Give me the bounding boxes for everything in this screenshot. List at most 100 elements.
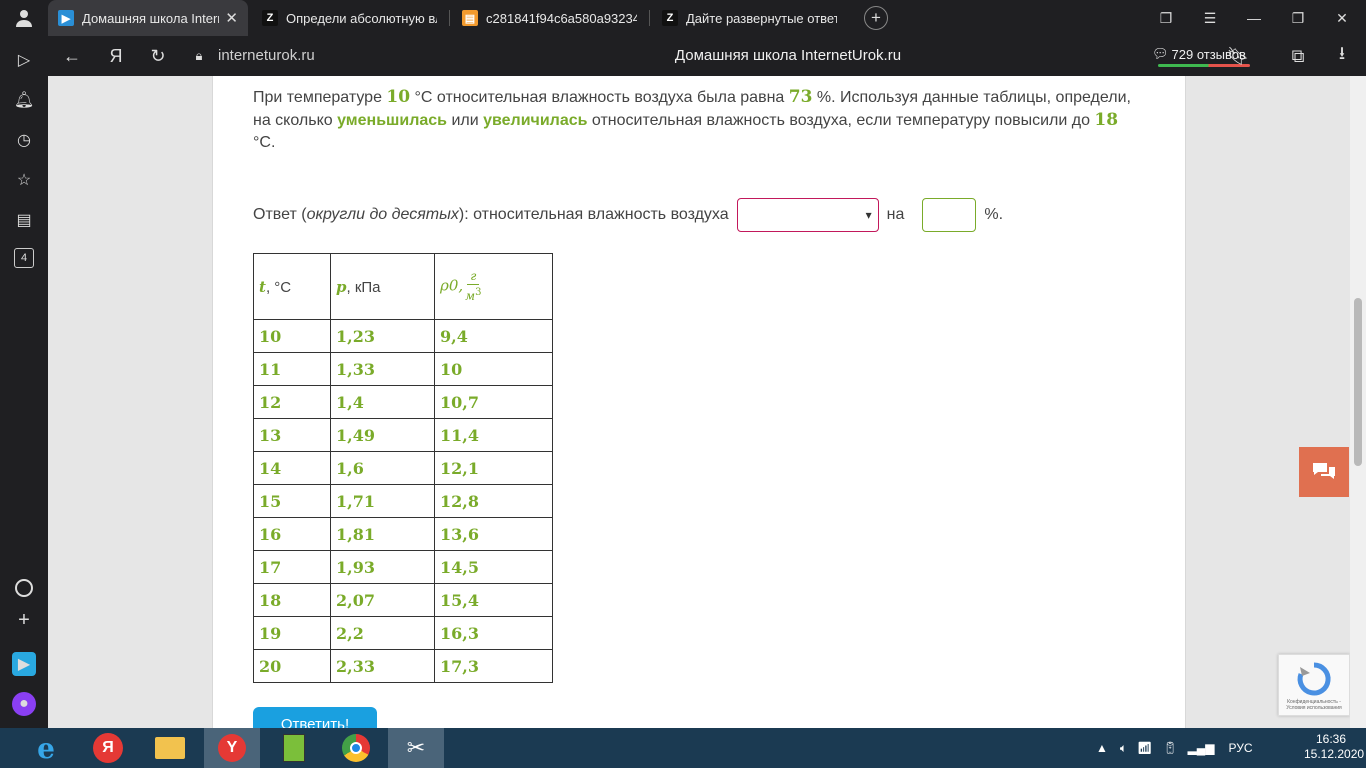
question-part: °С относительная влажность воздуха была … [410, 89, 789, 106]
cell-density: 10,7 [434, 385, 553, 419]
menu-button[interactable]: ☰ [1188, 0, 1232, 36]
density-symbol: ρ0 [440, 276, 459, 295]
header-pressure: p, кПа [330, 253, 435, 320]
tab-separator [649, 10, 650, 26]
recaptcha-badge[interactable]: Конфиденциальность - Условия использован… [1278, 654, 1350, 716]
table-row: 17 1,93 14,5 [253, 550, 553, 584]
cell-density: 13,6 [434, 517, 553, 551]
bookmark-button[interactable]: 🔖︎ [1218, 36, 1258, 76]
notepad-icon[interactable] [266, 728, 322, 768]
bell-icon[interactable]: 🔔︎ [12, 88, 36, 112]
change-direction-select[interactable]: ▾ [736, 198, 879, 232]
cell-density: 12,8 [434, 484, 553, 518]
cell-pressure: 1,49 [330, 418, 435, 452]
question-part: относительная влажность воздуха, если те… [587, 112, 1095, 129]
cell-pressure: 2,2 [330, 616, 435, 650]
downloads-button[interactable]: ⭳ [1322, 36, 1362, 76]
header-temperature: t, °С [253, 253, 331, 320]
cell-pressure: 1,4 [330, 385, 435, 419]
percent-input[interactable] [922, 198, 977, 232]
alice-play-icon[interactable]: ▷ [12, 48, 36, 72]
add-panel-icon[interactable]: + [12, 608, 36, 632]
volume-icon[interactable]: 🔈︎ [1120, 741, 1127, 756]
address-bar[interactable]: interneturok.ru [218, 44, 358, 68]
messenger-icon[interactable]: ▶ [12, 652, 36, 676]
cell-density: 16,3 [434, 616, 553, 650]
close-window-button[interactable]: ✕ [1320, 0, 1364, 36]
table-row: 20 2,33 17,3 [253, 649, 553, 683]
restore-button[interactable]: ❐ [1276, 0, 1320, 36]
tab-interneturok[interactable]: ▶ Домашняя школа InternetUrok.ru ✕ [48, 0, 248, 36]
badge-icon[interactable]: 4 [14, 248, 34, 268]
alice-icon[interactable]: ● [12, 692, 36, 716]
extensions-icon: ⧉ [1291, 45, 1305, 66]
pressure-unit: , кПа [346, 278, 381, 296]
density-comma: , [458, 276, 464, 295]
table-row: 12 1,4 10,7 [253, 385, 553, 419]
answer-prefix: Ответ ( [253, 206, 307, 223]
new-tab-button[interactable]: + [862, 0, 890, 38]
collections-icon[interactable]: ▤ [12, 208, 36, 232]
tab-document[interactable]: ▤ c281841f94c6a580a932344 [452, 0, 647, 36]
windows-taskbar: e Я Y ✂ ▲ 🔈︎ 📶︎ 🔋︎ ▂▄▆ РУС 16:36 15.12.2… [0, 728, 1366, 768]
restore-icon: ❐ [1291, 9, 1305, 26]
tab-absolute-humidity[interactable]: Z Определи абсолютную влажность [252, 0, 447, 36]
browser-toolbar: ← Я ↻ 🔒︎ interneturok.ru Домашняя школа … [48, 36, 1366, 76]
language-indicator[interactable]: РУС [1229, 741, 1253, 755]
back-button[interactable]: ← [52, 36, 92, 76]
chat-icon [1313, 463, 1335, 479]
history-icon[interactable]: ◷ [12, 128, 36, 152]
network-icon[interactable]: 📶︎ [1137, 741, 1152, 755]
minimize-button[interactable]: — [1232, 0, 1276, 36]
cell-temperature: 17 [253, 550, 331, 584]
table-row: 15 1,71 12,8 [253, 484, 553, 518]
cell-pressure: 1,93 [330, 550, 435, 584]
table-row: 13 1,49 11,4 [253, 418, 553, 452]
cell-pressure: 1,6 [330, 451, 435, 485]
tab-answers[interactable]: Z Дайте развернутые ответы [652, 0, 847, 36]
download-icon: ⭳ [1338, 43, 1346, 63]
yandex-button[interactable]: Я [96, 36, 136, 76]
clock[interactable]: 16:36 15.12.2020 [1304, 732, 1365, 762]
table-body: 10 1,23 9,4 11 1,33 10 12 1,4 10,7 13 1,49 11,4 14 1,… [253, 319, 553, 683]
clock-date: 15.12.2020 [1304, 747, 1365, 761]
user-icon [16, 10, 32, 27]
cell-pressure: 1,23 [330, 319, 435, 353]
bookmark-tabs-icon: ❐ [1159, 9, 1173, 26]
chrome-icon[interactable] [328, 728, 384, 768]
cell-density: 11,4 [434, 418, 553, 452]
star-icon[interactable]: ☆ [12, 168, 36, 192]
chevron-up-icon[interactable]: ▲ [1096, 741, 1108, 755]
cell-pressure: 1,33 [330, 352, 435, 386]
yandex-browser-icon[interactable]: Y [204, 728, 260, 768]
chat-button[interactable] [1299, 447, 1349, 497]
close-icon: ✕ [1336, 9, 1348, 26]
close-icon[interactable]: ✕ [225, 9, 238, 27]
cell-temperature: 12 [253, 385, 331, 419]
recaptcha-text: Конфиденциальность - Условия использован… [1286, 699, 1342, 711]
scroll-thumb[interactable] [1354, 298, 1362, 466]
camera-icon[interactable] [12, 576, 36, 600]
cell-pressure: 1,81 [330, 517, 435, 551]
page-scrollbar[interactable] [1350, 76, 1366, 728]
internet-explorer-icon[interactable]: e [18, 728, 74, 768]
table-row: 18 2,07 15,4 [253, 583, 553, 617]
profile-button[interactable] [0, 0, 48, 36]
cell-temperature: 19 [253, 616, 331, 650]
battery-icon[interactable]: 🔋︎ [1162, 741, 1177, 755]
extensions-button[interactable]: ⧉ [1278, 36, 1318, 76]
submit-button[interactable]: Ответить! [253, 707, 377, 728]
signal-icon[interactable]: ▂▄▆ [1188, 741, 1215, 755]
minimize-icon: — [1247, 10, 1261, 26]
snipping-tool-icon[interactable]: ✂ [388, 728, 444, 768]
tabs-menu-button[interactable]: ❐ [1144, 0, 1188, 36]
file-explorer-icon[interactable] [142, 728, 198, 768]
percent-label: %. [984, 206, 1004, 223]
reload-button[interactable]: ↻ [138, 36, 178, 76]
yandex-taskbar-icon[interactable]: Я [80, 728, 136, 768]
unit-exponent: 3 [475, 287, 482, 298]
cell-temperature: 11 [253, 352, 331, 386]
lock-icon[interactable]: 🔒︎ [184, 36, 214, 76]
znanija-icon: Z [262, 10, 278, 26]
znanija-icon: Z [662, 10, 678, 26]
